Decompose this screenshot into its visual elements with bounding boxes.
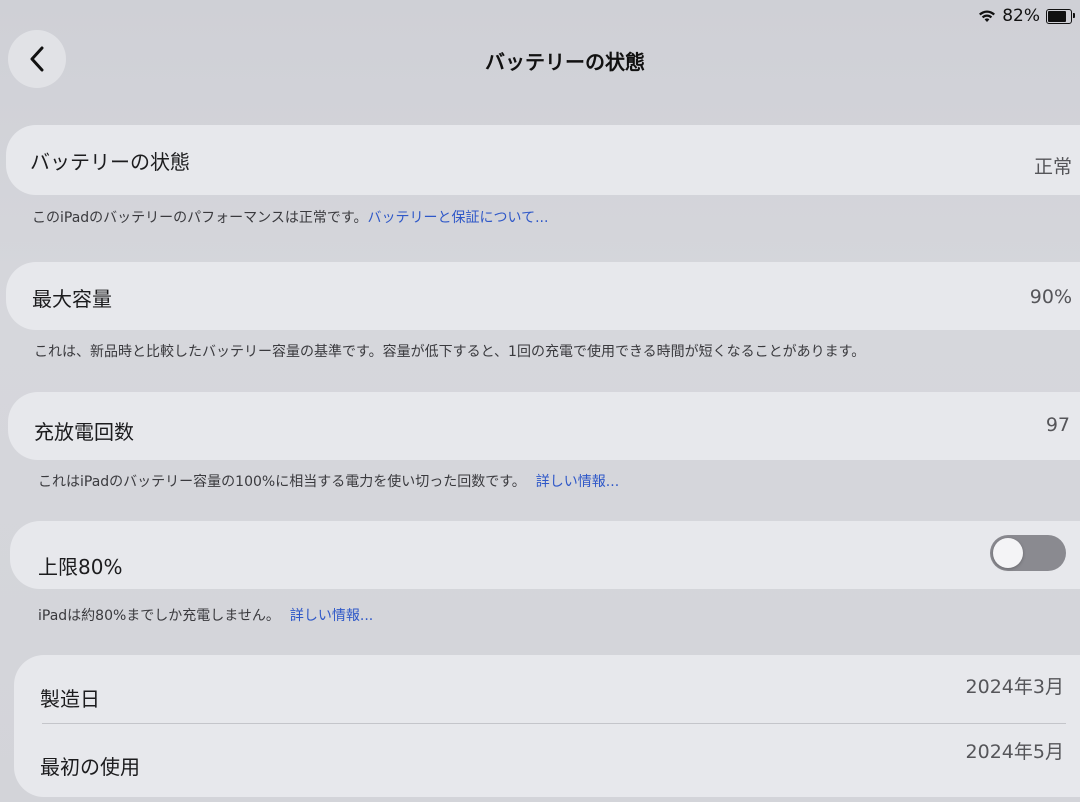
manufacture-date-label: 製造日 — [40, 687, 100, 711]
limit-80-more-info-link[interactable]: 詳しい情報... — [290, 608, 373, 624]
first-use-value: 2024年5月 — [965, 741, 1064, 763]
limit-80-toggle[interactable] — [990, 535, 1066, 571]
battery-health-footnote-text: このiPadのバッテリーのパフォーマンスは正常です。 — [32, 210, 368, 226]
battery-health-label: バッテリーの状態 — [30, 150, 190, 174]
first-use-label: 最初の使用 — [40, 755, 140, 779]
wifi-icon — [979, 10, 996, 22]
limit-80-label: 上限80% — [38, 555, 123, 579]
battery-warranty-link[interactable]: バッテリーと保証について... — [368, 210, 549, 226]
max-capacity-row: 最大容量 90% — [6, 262, 1080, 330]
max-capacity-value: 90% — [1029, 286, 1072, 308]
cycle-count-row: 充放電回数 97 — [8, 392, 1080, 460]
cycle-count-label: 充放電回数 — [34, 420, 134, 444]
cycle-count-more-info-link[interactable]: 詳しい情報... — [536, 474, 619, 490]
battery-health-row: バッテリーの状態 正常 — [6, 125, 1080, 195]
cycle-count-footnote-text: これはiPadのバッテリー容量の100%に相当する電力を使い切った回数です。 — [38, 474, 526, 490]
limit-80-footnote: iPadは約80%までしか充電しません。 詳しい情報... — [38, 605, 373, 625]
cycle-count-footnote: これはiPadのバッテリー容量の100%に相当する電力を使い切った回数です。 詳し… — [38, 471, 619, 491]
dates-divider — [42, 723, 1066, 724]
limit-80-row: 上限80% — [10, 521, 1080, 589]
battery-level-fill — [1048, 10, 1067, 22]
limit-80-footnote-text: iPadは約80%までしか充電しません。 — [38, 608, 280, 624]
toggle-knob — [993, 538, 1023, 568]
battery-health-value: 正常 — [1033, 156, 1072, 178]
battery-health-footnote: このiPadのバッテリーのパフォーマンスは正常です。バッテリーと保証について..… — [32, 207, 548, 227]
manufacture-date-value: 2024年3月 — [965, 676, 1064, 698]
max-capacity-label: 最大容量 — [32, 287, 112, 311]
status-bar: 82% — [978, 6, 1075, 26]
battery-percent: 82% — [1002, 6, 1040, 26]
cycle-count-value: 97 — [1045, 414, 1070, 436]
page-title: バッテリーの状態 — [485, 50, 645, 74]
max-capacity-footnote: これは、新品時と比較したバッテリー容量の基準です。容量が低下すると、1回の充電で… — [34, 344, 866, 360]
battery-icon — [1046, 8, 1075, 24]
dates-group: 製造日 2024年3月 最初の使用 2024年5月 — [14, 655, 1080, 797]
